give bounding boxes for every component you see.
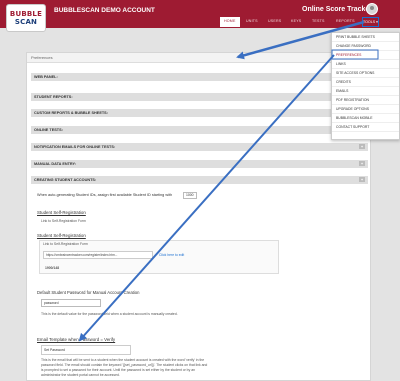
logo-text-bubble: BUBBLE [9, 10, 43, 18]
section-label: NOTIFICATION EMAILS FOR ONLINE TESTS: [34, 145, 116, 149]
tracker-title: Online Score Tracker [302, 6, 373, 13]
self-registration-heading: Student Self-Registration [37, 210, 86, 215]
tools-dropdown-menu: PRINT BUBBLE SHEETS CHANGE PASSWORD PREF… [331, 32, 400, 140]
menu-site-access-options[interactable]: SITE ACCESS OPTIONS [332, 69, 399, 78]
section-web-panel[interactable]: WEB PANEL: + [31, 73, 368, 81]
expand-icon[interactable]: + [359, 161, 365, 166]
section-student-reports[interactable]: STUDENT REPORTS: + [31, 93, 368, 101]
nav-users[interactable]: USERS [268, 19, 281, 23]
auto-id-input[interactable]: 1000 [183, 192, 197, 199]
account-title: BUBBLESCAN DEMO ACCOUNT [54, 7, 155, 14]
nav-keys[interactable]: KEYS [291, 19, 301, 23]
email-hint-line-4: administrator the student portal cannot … [41, 373, 120, 377]
section-online-tests[interactable]: ONLINE TESTS: + [31, 126, 368, 134]
nav-units[interactable]: UNITS [246, 19, 258, 23]
nav-reports[interactable]: REPORTS [336, 19, 355, 23]
preferences-title: Preferences [27, 53, 370, 63]
menu-bubblescan-mobile[interactable]: BUBBLESCAN MOBILE [332, 114, 399, 123]
self-registration-link[interactable]: Link to Self-Registration Form [41, 219, 86, 223]
default-password-heading: Default Student Password for Manual Acco… [37, 290, 140, 295]
email-template-heading: Email Template when Password = Verify [37, 337, 116, 342]
menu-upgrade-options[interactable]: UPGRADE OPTIONS [332, 105, 399, 114]
self-registration-heading-2: Student Self-Registration [37, 233, 86, 238]
section-label: STUDENT REPORTS: [34, 95, 73, 99]
section-label: CREATING STUDENT ACCOUNTS: [34, 178, 97, 182]
section-manual-data-entry[interactable]: MANUAL DATA ENTRY: + [31, 160, 368, 168]
nav-tests[interactable]: TESTS [312, 19, 325, 23]
default-password-hint: This is the default value for the passwo… [41, 312, 178, 316]
preferences-panel: Preferences WEB PANEL: + STUDENT REPORTS… [26, 52, 371, 381]
auto-id-label: When auto-generating Student IDs, assign… [37, 193, 173, 197]
menu-links[interactable]: LINKS [332, 60, 399, 69]
registration-url-field[interactable]: https://cmbraincentracker.com/register/i… [43, 251, 153, 259]
menu-change-password[interactable]: CHANGE PASSWORD [332, 42, 399, 51]
email-hint-line-3: is prompted to set a password for their … [41, 368, 195, 372]
email-hint-line-1: This is the email that will be sent to a… [41, 358, 205, 362]
edit-url-link[interactable]: Click here to edit [159, 253, 184, 257]
section-label: WEB PANEL: [34, 75, 58, 79]
section-label: MANUAL DATA ENTRY: [34, 162, 77, 166]
nav-home[interactable]: HOME [220, 17, 240, 27]
menu-preferences[interactable]: PREFERENCES [332, 51, 399, 60]
section-label: CUSTOM REPORTS & BUBBLE SHEETS: [34, 111, 108, 115]
menu-credits[interactable]: CREDITS [332, 78, 399, 87]
self-registration-link-2[interactable]: Link to Self-Registration Form [43, 242, 88, 246]
default-password-input[interactable]: password [41, 299, 101, 307]
logo-text-scan: SCAN [14, 18, 38, 26]
expand-icon[interactable]: + [359, 177, 365, 182]
section-creating-student-accounts[interactable]: CREATING STUDENT ACCOUNTS: + [31, 176, 368, 184]
menu-print-bubble-sheets[interactable]: PRINT BUBBLE SHEETS [332, 33, 399, 42]
expand-icon[interactable]: + [359, 144, 365, 149]
menu-contact-support[interactable]: CONTACT SUPPORT [332, 123, 399, 132]
menu-emails[interactable]: EMAILS [332, 87, 399, 96]
email-template-textarea[interactable]: Set Password [41, 345, 131, 355]
menu-pdf-registration[interactable]: PDF REGISTRATION [332, 96, 399, 105]
section-label: ONLINE TESTS: [34, 128, 63, 132]
registration-code: 1900/148 [45, 266, 60, 270]
user-avatar-icon[interactable] [366, 3, 378, 15]
section-custom-reports[interactable]: CUSTOM REPORTS & BUBBLE SHEETS: + [31, 109, 368, 117]
section-notification-emails[interactable]: NOTIFICATION EMAILS FOR ONLINE TESTS: + [31, 143, 368, 151]
tools-menu-button[interactable]: TOOLS ▾ [362, 17, 379, 27]
email-hint-line-2: password field. The email should contain… [41, 363, 208, 367]
bubblescan-logo[interactable]: BUBBLE SCAN [6, 4, 46, 32]
